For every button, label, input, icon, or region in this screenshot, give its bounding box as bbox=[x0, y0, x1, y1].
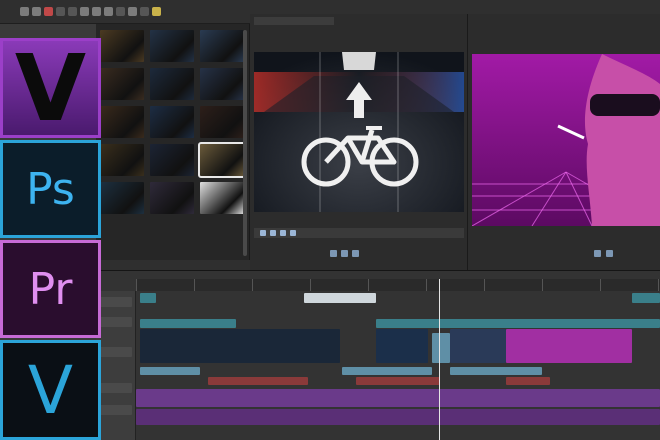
track-header-audio-1[interactable] bbox=[100, 383, 132, 393]
track-header-video-3[interactable] bbox=[100, 347, 132, 357]
redo-icon[interactable] bbox=[68, 7, 77, 16]
delete-icon[interactable] bbox=[116, 7, 125, 16]
timeline-clip[interactable] bbox=[506, 377, 550, 385]
app-icons-column: V Ps Pr V bbox=[0, 35, 101, 440]
media-thumbnail[interactable] bbox=[150, 68, 194, 100]
media-thumbnail[interactable] bbox=[150, 182, 194, 214]
trimmer-transport bbox=[330, 250, 359, 257]
vegas-movie-studio-app-icon: V bbox=[0, 340, 101, 440]
play-icon[interactable] bbox=[330, 250, 337, 257]
timeline-clip[interactable] bbox=[140, 367, 200, 375]
save-icon[interactable] bbox=[32, 7, 41, 16]
media-status-bar bbox=[96, 260, 250, 270]
timeline-clip[interactable] bbox=[450, 329, 506, 363]
video-preview-window bbox=[468, 14, 660, 270]
ruler-tick bbox=[310, 279, 311, 291]
trimmer-title-tab[interactable] bbox=[254, 17, 334, 25]
settings-icon[interactable] bbox=[152, 7, 161, 16]
timeline-clip[interactable] bbox=[140, 329, 340, 363]
cut-icon[interactable] bbox=[80, 7, 89, 16]
mark-in-icon[interactable] bbox=[260, 230, 266, 236]
media-thumbnail-grid bbox=[100, 30, 246, 214]
timeline-panel bbox=[96, 270, 660, 440]
vegas-pro-app-icon: V bbox=[0, 35, 101, 142]
media-thumbnail[interactable] bbox=[100, 144, 144, 176]
timeline-playhead[interactable] bbox=[439, 279, 440, 440]
media-thumbnail[interactable] bbox=[198, 142, 246, 178]
preview-stop-icon[interactable] bbox=[606, 250, 613, 257]
bike-lane-image bbox=[254, 52, 464, 212]
media-thumbnail[interactable] bbox=[200, 68, 244, 100]
media-browser-panel bbox=[96, 24, 250, 270]
media-thumbnail[interactable] bbox=[150, 30, 194, 62]
timeline-clip[interactable] bbox=[140, 319, 236, 328]
timeline-clip[interactable] bbox=[356, 377, 440, 385]
premiere-pro-logo-letters: Pr bbox=[28, 263, 73, 315]
media-thumbnail[interactable] bbox=[100, 30, 144, 62]
media-thumbnail[interactable] bbox=[200, 182, 244, 214]
ruler-tick bbox=[136, 279, 137, 291]
track-header-video-1[interactable] bbox=[100, 297, 132, 307]
trimmer-window bbox=[250, 14, 468, 270]
media-thumbnail[interactable] bbox=[150, 144, 194, 176]
snap-icon[interactable] bbox=[140, 7, 149, 16]
loop-icon[interactable] bbox=[290, 230, 296, 236]
stop-icon[interactable] bbox=[352, 250, 359, 257]
preview-transport bbox=[594, 250, 613, 257]
track-header-video-2[interactable] bbox=[100, 317, 132, 327]
media-thumbnail[interactable] bbox=[200, 30, 244, 62]
timeline-clip[interactable] bbox=[376, 329, 428, 363]
editor-window: V Ps Pr V bbox=[0, 0, 660, 440]
timeline-clip[interactable] bbox=[304, 293, 376, 303]
timeline-clip[interactable] bbox=[432, 333, 450, 363]
timeline-clip[interactable] bbox=[208, 377, 308, 385]
media-thumbnail[interactable] bbox=[100, 182, 144, 214]
open-icon[interactable] bbox=[20, 7, 29, 16]
timeline-clip[interactable] bbox=[140, 293, 156, 303]
timeline-clip[interactable] bbox=[450, 367, 542, 375]
undo-icon[interactable] bbox=[56, 7, 65, 16]
ruler-tick bbox=[484, 279, 485, 291]
preview-video-frame[interactable] bbox=[472, 54, 660, 226]
track-headers bbox=[96, 291, 136, 440]
timeline-clip[interactable] bbox=[376, 319, 660, 328]
preview-play-icon[interactable] bbox=[594, 250, 601, 257]
timeline-clip[interactable] bbox=[342, 367, 432, 375]
timeline-clip[interactable] bbox=[136, 409, 660, 425]
media-scrollbar[interactable] bbox=[243, 30, 247, 256]
ruler-tick bbox=[600, 279, 601, 291]
paste-icon[interactable] bbox=[104, 7, 113, 16]
timeline-clip[interactable] bbox=[632, 293, 660, 303]
record-icon[interactable] bbox=[44, 7, 53, 16]
copy-icon[interactable] bbox=[92, 7, 101, 16]
mark-out-icon[interactable] bbox=[270, 230, 276, 236]
pause-icon[interactable] bbox=[341, 250, 348, 257]
ruler-tick bbox=[368, 279, 369, 291]
timeline-ruler[interactable] bbox=[136, 279, 660, 291]
ruler-tick bbox=[252, 279, 253, 291]
ruler-tick bbox=[426, 279, 427, 291]
photoshop-logo-letters: Ps bbox=[26, 163, 75, 215]
trimmer-video-frame[interactable] bbox=[254, 52, 464, 212]
media-thumbnail[interactable] bbox=[100, 68, 144, 100]
premiere-pro-app-icon: Pr bbox=[0, 240, 101, 338]
timeline-clip[interactable] bbox=[136, 389, 660, 407]
ruler-tick bbox=[542, 279, 543, 291]
add-to-timeline-icon[interactable] bbox=[280, 230, 286, 236]
vegas-movie-studio-logo-letters: V bbox=[27, 351, 74, 429]
ruler-tick bbox=[194, 279, 195, 291]
ruler-tick bbox=[658, 279, 659, 291]
media-thumbnail[interactable] bbox=[100, 106, 144, 138]
media-thumbnail[interactable] bbox=[150, 106, 194, 138]
trimmer-timeline-strip[interactable] bbox=[254, 228, 464, 238]
media-thumbnail[interactable] bbox=[200, 106, 244, 138]
render-icon[interactable] bbox=[128, 7, 137, 16]
synthwave-portrait-image bbox=[472, 54, 660, 226]
track-header-audio-2[interactable] bbox=[100, 405, 132, 415]
vegas-pro-logo-letters: V bbox=[14, 34, 87, 142]
timeline-clip[interactable] bbox=[506, 329, 632, 363]
photoshop-app-icon: Ps bbox=[0, 140, 101, 238]
